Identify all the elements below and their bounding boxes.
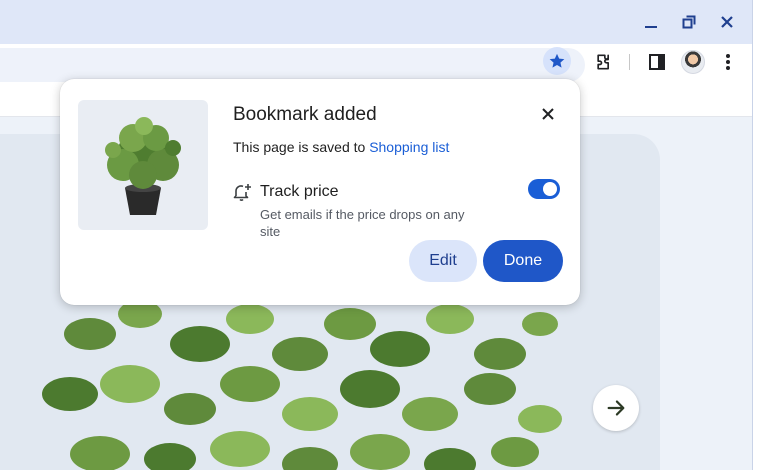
toolbar-divider: [629, 54, 630, 70]
bookmark-star-button[interactable]: [543, 47, 571, 75]
dialog-close-button[interactable]: [536, 102, 560, 126]
done-button[interactable]: Done: [483, 240, 563, 282]
minimize-button[interactable]: [638, 10, 664, 34]
product-thumbnail: [78, 100, 208, 230]
minimize-icon: [645, 26, 657, 28]
extensions-icon: [597, 54, 609, 70]
close-icon: [721, 16, 733, 28]
saved-to-text: This page is saved to Shopping list: [233, 139, 449, 155]
close-icon: [542, 108, 554, 120]
bookmark-added-dialog: Bookmark added This page is saved to Sho…: [60, 79, 580, 305]
more-menu-button[interactable]: [716, 50, 740, 74]
edit-button[interactable]: Edit: [409, 240, 477, 282]
star-icon: [549, 53, 565, 68]
address-bar[interactable]: [0, 48, 585, 82]
arrow-right-icon: [607, 400, 625, 416]
dialog-title: Bookmark added: [233, 104, 377, 125]
track-price-label: Track price: [260, 183, 339, 200]
restore-icon: [682, 15, 696, 29]
restore-button[interactable]: [676, 10, 702, 34]
side-panel-button[interactable]: [645, 50, 669, 74]
extensions-button[interactable]: [592, 50, 616, 74]
toggle-knob: [543, 182, 557, 196]
title-bar: [0, 0, 752, 44]
side-panel-icon: [649, 54, 665, 70]
avatar: [681, 50, 705, 74]
track-price-description: Get emails if the price drops on any sit…: [260, 207, 465, 239]
shopping-list-link[interactable]: Shopping list: [369, 139, 449, 155]
track-price-toggle[interactable]: [528, 179, 560, 199]
price-alert-bell-icon: [233, 184, 251, 201]
more-menu-icon: [726, 54, 730, 70]
next-image-button[interactable]: [593, 385, 639, 431]
plant-thumbnail-image: [105, 117, 181, 215]
window-close-button[interactable]: [714, 10, 740, 34]
saved-prefix: This page is saved to: [233, 139, 370, 155]
profile-avatar-button[interactable]: [681, 50, 705, 74]
